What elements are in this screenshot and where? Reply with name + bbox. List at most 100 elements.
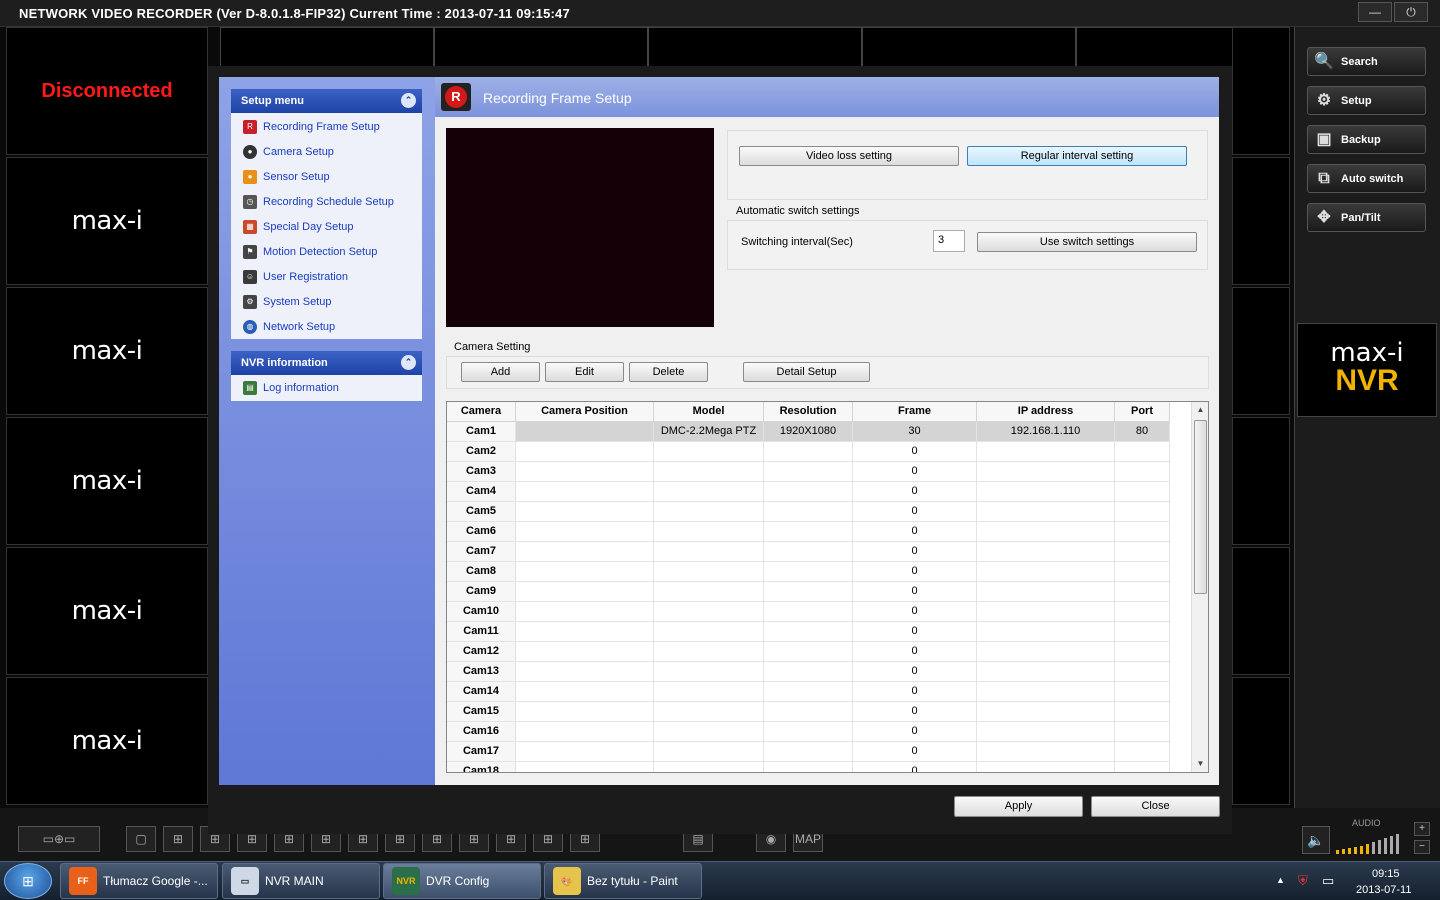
menu-item-camera-setup[interactable]: ● Camera Setup [231,139,422,164]
camera-tile[interactable]: max-i [6,287,208,415]
table-row[interactable]: Cam4 0 [447,482,1170,502]
camera-tile[interactable] [220,27,434,67]
collapse-icon[interactable]: ⌃ [401,93,416,108]
camera-tile[interactable] [1232,287,1290,415]
network-display-icon[interactable]: ▭⊕▭ [18,826,100,852]
camera-tile[interactable]: max-i [6,417,208,545]
menu-item-sensor-setup[interactable]: ● Sensor Setup [231,164,422,189]
volume-down-icon[interactable]: − [1414,840,1430,854]
video-preview [446,128,714,327]
menu-item-special-day-setup[interactable]: ▦ Special Day Setup [231,214,422,239]
table-row[interactable]: Cam6 0 [447,522,1170,542]
scroll-up-icon[interactable]: ▲ [1192,402,1208,418]
table-row[interactable]: Cam15 0 [447,702,1170,722]
menu-item-log-information[interactable]: ▤ Log information [231,375,422,400]
regular-interval-setting-button[interactable]: Regular interval setting [967,146,1187,166]
table-row[interactable]: Cam5 0 [447,502,1170,522]
windows-taskbar: ⊞ FF Tłumacz Google -... ▭ NVR MAIN NVR … [0,861,1440,900]
delete-camera-button[interactable]: Delete [629,362,708,382]
column-header[interactable]: Frame [853,402,977,422]
table-row[interactable]: Cam17 0 [447,742,1170,762]
table-row[interactable]: Cam2 0 [447,442,1170,462]
menu-item-recording-schedule-setup[interactable]: ◷ Recording Schedule Setup [231,189,422,214]
network-icon[interactable]: ▭ [1322,873,1334,889]
camera-tile[interactable] [1232,677,1290,805]
menu-item-user-registration[interactable]: ☺ User Registration [231,264,422,289]
column-header[interactable]: Model [654,402,764,422]
volume-meter[interactable] [1334,834,1409,854]
collapse-icon[interactable]: ⌃ [401,355,416,370]
camera-tile[interactable] [862,27,1076,67]
camera-tile[interactable]: max-i [6,157,208,285]
table-row[interactable]: Cam11 0 [447,622,1170,642]
table-cell [516,642,654,662]
taskbar-item-firefox[interactable]: FF Tłumacz Google -... [60,863,218,899]
start-button[interactable]: ⊞ [4,863,52,899]
menu-item-recording-frame-setup[interactable]: R Recording Frame Setup [231,114,422,139]
backup-button[interactable]: ▣ Backup [1307,125,1426,154]
detail-setup-button[interactable]: Detail Setup [743,362,870,382]
camera-tile[interactable]: Disconnected [6,27,208,155]
auto-switch-button[interactable]: ⧉ Auto switch [1307,164,1426,193]
table-row[interactable]: Cam1 DMC-2.2Mega PTZ 1920X1080 30 192.168.1.… [447,422,1170,442]
camera-tile[interactable] [648,27,862,67]
tray-expand-icon[interactable]: ▲ [1276,875,1285,885]
table-cell [516,662,654,682]
security-shield-icon[interactable]: ⛨ [1298,873,1308,889]
table-row[interactable]: Cam8 0 [447,562,1170,582]
camera-tile[interactable] [434,27,648,67]
menu-item-system-setup[interactable]: ⚙ System Setup [231,289,422,314]
table-row[interactable]: Cam7 0 [447,542,1170,562]
column-header[interactable]: Port [1115,402,1170,422]
table-row[interactable]: Cam18 0 [447,762,1170,772]
column-header[interactable]: IP address [977,402,1115,422]
menu-item-motion-detection-setup[interactable]: ⚑ Motion Detection Setup [231,239,422,264]
table-row[interactable]: Cam9 0 [447,582,1170,602]
clock-date[interactable]: 2013-07-11 [1356,884,1411,896]
switching-interval-input[interactable]: 3 [933,230,965,252]
setup-menu-header[interactable]: Setup menu ⌃ [231,89,422,113]
mode-settings-group: Video loss setting Regular interval sett… [727,130,1208,200]
pan-tilt-button[interactable]: ✥ Pan/Tilt [1307,203,1426,232]
camera-tile[interactable] [1232,547,1290,675]
search-button[interactable]: 🔍 Search [1307,47,1426,76]
table-row[interactable]: Cam3 0 [447,462,1170,482]
clock-time[interactable]: 09:15 [1372,868,1400,880]
minimize-button[interactable]: — [1358,2,1392,22]
table-row[interactable]: Cam16 0 [447,722,1170,742]
camera-tile[interactable]: max-i [6,547,208,675]
table-row[interactable]: Cam13 0 [447,662,1170,682]
power-button[interactable]: ⏻ [1394,2,1428,22]
camera-tile[interactable] [1232,27,1290,155]
table-cell [977,562,1115,582]
column-header[interactable]: Camera [447,402,516,422]
camera-tile[interactable]: max-i [6,677,208,805]
layout-1x1-icon[interactable]: ▢ [126,826,156,852]
edit-camera-button[interactable]: Edit [545,362,624,382]
taskbar-item-dvr-config[interactable]: NVR DVR Config [383,863,541,899]
setup-button[interactable]: ⚙ Setup [1307,86,1426,115]
scroll-down-icon[interactable]: ▼ [1192,756,1208,772]
camera-tile[interactable] [1232,417,1290,545]
menu-item-network-setup[interactable]: ◍ Network Setup [231,314,422,339]
use-switch-settings-button[interactable]: Use switch settings [977,232,1197,252]
layout-2x2-icon[interactable]: ⊞ [163,826,193,852]
taskbar-item-nvr-main[interactable]: ▭ NVR MAIN [222,863,380,899]
max-i-logo: max-i [71,206,143,236]
column-header[interactable]: Camera Position [516,402,654,422]
video-loss-setting-button[interactable]: Video loss setting [739,146,959,166]
nvr-info-header[interactable]: NVR information ⌃ [231,351,422,375]
taskbar-item-paint[interactable]: 🎨 Bez tytułu - Paint [544,863,702,899]
scroll-thumb[interactable] [1194,420,1207,594]
volume-up-icon[interactable]: + [1414,822,1430,836]
add-camera-button[interactable]: Add [461,362,540,382]
table-row[interactable]: Cam12 0 [447,642,1170,662]
table-row[interactable]: Cam10 0 [447,602,1170,622]
table-scrollbar[interactable]: ▲ ▼ [1191,402,1208,772]
close-button[interactable]: Close [1091,796,1220,817]
camera-tile[interactable] [1232,157,1290,285]
column-header[interactable]: Resolution [764,402,853,422]
speaker-icon[interactable]: 🔈 [1302,826,1330,854]
apply-button[interactable]: Apply [954,796,1083,817]
table-row[interactable]: Cam14 0 [447,682,1170,702]
